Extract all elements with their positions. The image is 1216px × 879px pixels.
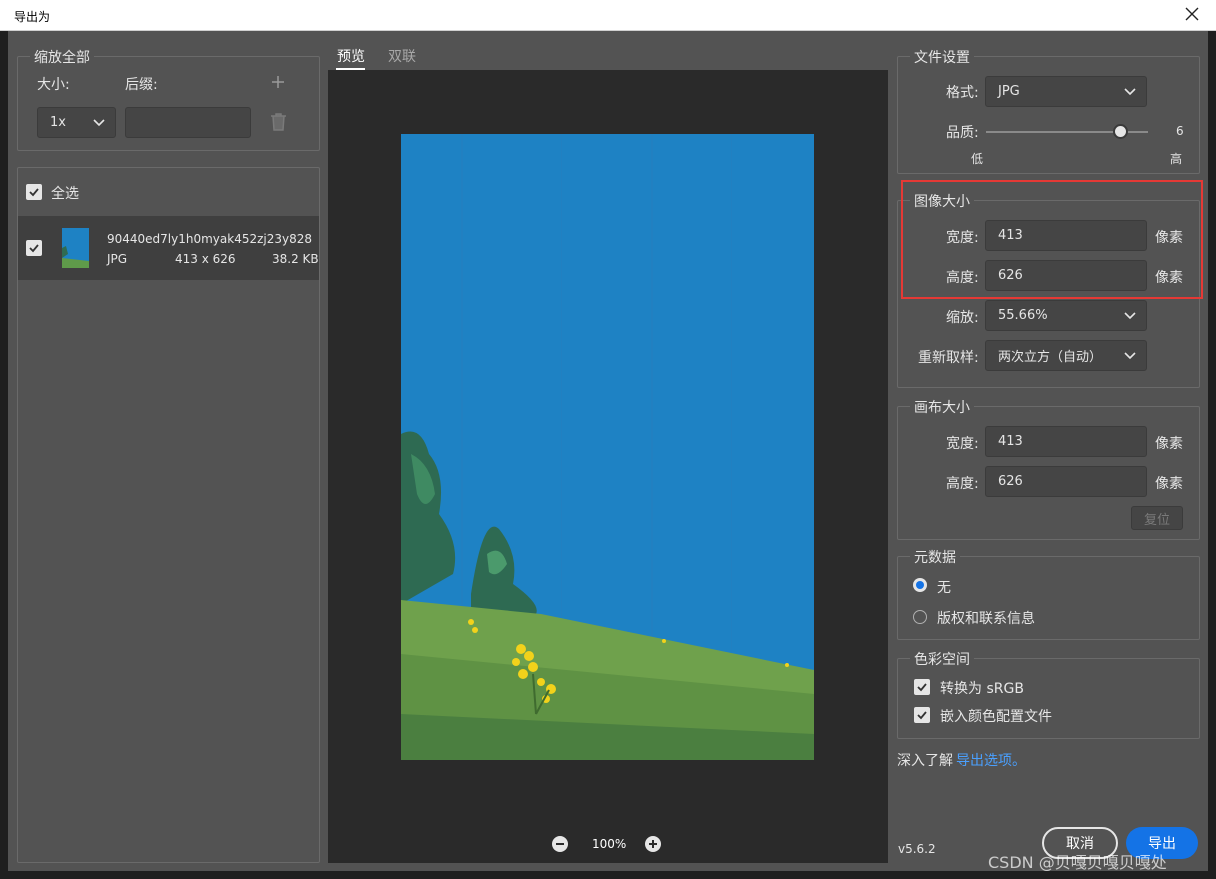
annotation-highlight-box <box>901 180 1203 299</box>
suffix-input[interactable] <box>125 107 251 138</box>
file-thumbnail <box>62 228 89 268</box>
select-all-label: 全选 <box>51 186 79 202</box>
file-name: 90440ed7ly1h0myak452zj23y828 <box>107 232 313 246</box>
zoom-out-icon[interactable] <box>552 836 568 852</box>
zoom-in-icon[interactable] <box>645 836 661 852</box>
suffix-label: 后缀: <box>125 77 158 93</box>
csdn-watermark: CSDN @贝嘎贝嘎贝嘎处 <box>988 853 1167 872</box>
radio-selected-dot <box>916 581 924 589</box>
zoom-controls: 100% <box>552 834 664 854</box>
format-label: 格式: <box>946 85 979 101</box>
quality-label: 品质: <box>946 125 979 141</box>
canvas-size-legend: 画布大小 <box>910 397 974 417</box>
trash-icon[interactable] <box>270 112 287 131</box>
convert-srgb-checkbox[interactable] <box>914 679 930 695</box>
tab-2up[interactable]: 双联 <box>388 46 416 66</box>
check-icon <box>917 711 927 720</box>
format-select[interactable]: JPG <box>985 76 1147 107</box>
resample-select[interactable]: 两次立方（自动） <box>985 340 1147 371</box>
zoom-level: 100% <box>592 837 627 851</box>
file-dimensions: 413 x 626 <box>175 252 236 266</box>
scale-all-legend: 缩放全部 <box>30 47 94 67</box>
quality-slider-thumb[interactable] <box>1113 124 1128 139</box>
metadata-copyright-label: 版权和联系信息 <box>937 611 1035 627</box>
file-size: 38.2 KB <box>272 252 319 266</box>
file-settings-legend: 文件设置 <box>910 47 974 67</box>
chevron-down-icon <box>1124 311 1136 319</box>
preview-tabs: 预览 双联 <box>328 44 888 70</box>
embed-profile-label: 嵌入颜色配置文件 <box>940 709 1052 725</box>
color-space-legend: 色彩空间 <box>910 649 974 669</box>
canvas-width-value: 413 <box>998 434 1023 449</box>
version-label: v5.6.2 <box>898 842 936 856</box>
resample-label: 重新取样: <box>918 350 979 366</box>
add-icon[interactable] <box>271 75 285 89</box>
canvas-height-input[interactable]: 626 <box>985 466 1147 497</box>
scale-select-value: 55.66% <box>998 308 1048 323</box>
quality-value: 6 <box>1176 124 1184 138</box>
file-format: JPG <box>107 252 128 266</box>
preview-canvas: 100% <box>328 70 888 863</box>
check-icon <box>29 188 39 197</box>
canvas-height-unit: 像素 <box>1155 476 1183 492</box>
learn-more-text: 深入了解 <box>897 753 953 769</box>
tab-preview[interactable]: 预览 <box>337 46 365 66</box>
quality-high-label: 高 <box>1170 152 1183 166</box>
reset-button-label: 复位 <box>1143 512 1170 528</box>
chevron-down-icon <box>1124 351 1136 359</box>
check-icon <box>917 683 927 692</box>
reset-button[interactable]: 复位 <box>1131 506 1183 530</box>
scale-label: 缩放: <box>946 310 979 326</box>
size-select[interactable]: 1x <box>37 107 116 138</box>
quality-low-label: 低 <box>971 152 984 166</box>
file-row[interactable]: 90440ed7ly1h0myak452zj23y828 JPG 413 x 6… <box>18 216 319 280</box>
embed-profile-checkbox[interactable] <box>914 707 930 723</box>
preview-image <box>401 134 814 760</box>
canvas-height-value: 626 <box>998 474 1023 489</box>
select-all-checkbox[interactable] <box>26 184 42 200</box>
chevron-down-icon <box>93 118 105 126</box>
close-icon[interactable] <box>1182 4 1202 24</box>
convert-srgb-label: 转换为 sRGB <box>940 681 1024 697</box>
size-select-value: 1x <box>50 115 66 130</box>
export-options-link[interactable]: 导出选项。 <box>956 750 1026 770</box>
color-space-group: 色彩空间 <box>897 649 1200 739</box>
window-title: 导出为 <box>14 10 51 24</box>
metadata-copyright-radio[interactable] <box>913 610 927 624</box>
size-label: 大小: <box>37 77 70 93</box>
metadata-legend: 元数据 <box>910 547 960 567</box>
check-icon <box>29 244 39 253</box>
canvas-width-input[interactable]: 413 <box>985 426 1147 457</box>
title-bar: 导出为 <box>0 0 1216 31</box>
format-select-value: JPG <box>998 84 1020 99</box>
metadata-none-radio[interactable] <box>913 578 927 592</box>
chevron-down-icon <box>1124 87 1136 95</box>
canvas-height-label: 高度: <box>946 476 979 492</box>
scale-select[interactable]: 55.66% <box>985 300 1147 331</box>
resample-select-value: 两次立方（自动） <box>998 350 1103 365</box>
canvas-width-unit: 像素 <box>1155 436 1183 452</box>
metadata-none-label: 无 <box>937 580 951 596</box>
file-checkbox[interactable] <box>26 240 42 256</box>
canvas-width-label: 宽度: <box>946 436 979 452</box>
file-settings-group: 文件设置 <box>897 47 1200 174</box>
